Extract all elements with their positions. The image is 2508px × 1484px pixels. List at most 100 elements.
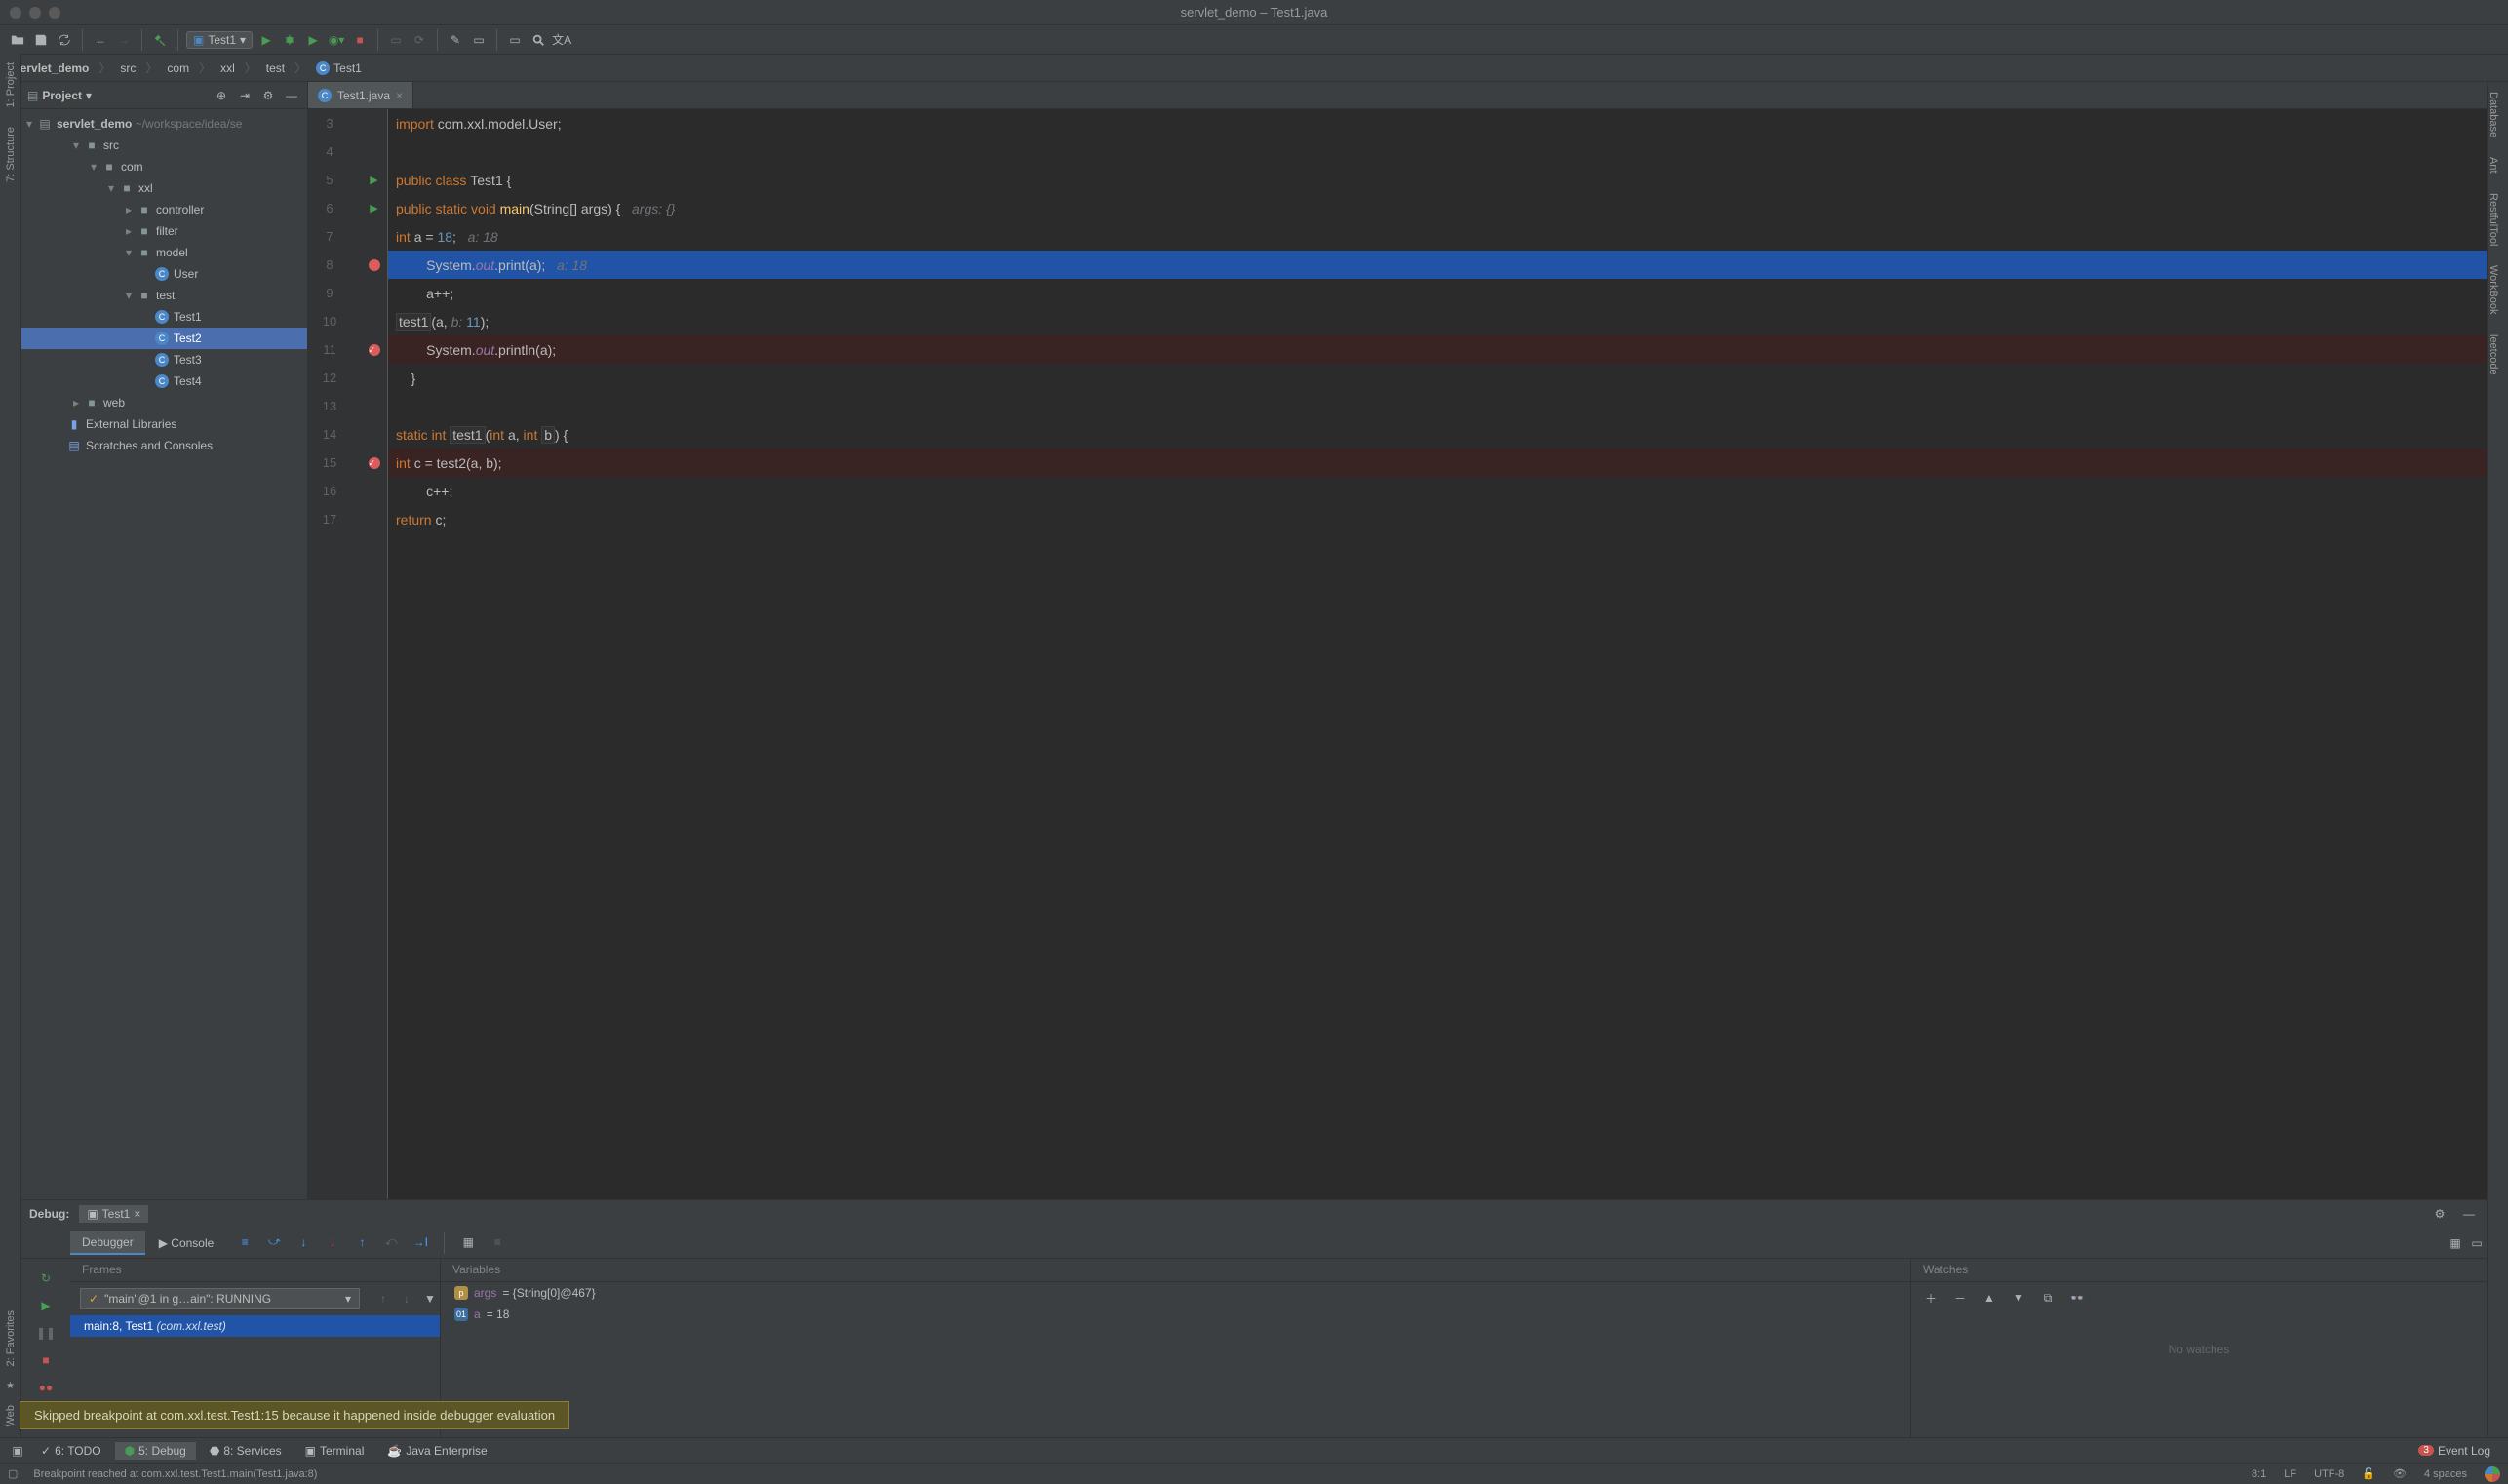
tool-todo[interactable]: ✓6: TODO [31, 1442, 111, 1460]
memory-icon[interactable] [2485, 1466, 2500, 1482]
trace-icon[interactable]: ≡ [488, 1232, 507, 1252]
gear-icon[interactable]: ⚙ [2430, 1204, 2449, 1224]
tool-jee[interactable]: ☕Java Enterprise [377, 1442, 496, 1460]
breakpoints-icon[interactable]: ●● [36, 1378, 56, 1397]
copy-icon[interactable]: ⧉ [2038, 1288, 2057, 1308]
locate-icon[interactable]: ⊕ [212, 86, 231, 105]
tree-node[interactable]: ▾■com [21, 156, 307, 177]
hammer-icon[interactable] [150, 30, 170, 50]
tree-node[interactable]: CTest2 [21, 328, 307, 349]
status-icon[interactable]: ▢ [8, 1467, 18, 1480]
force-step-icon[interactable]: ↓ [323, 1232, 342, 1252]
step-over-icon[interactable]: ⤻ [264, 1232, 284, 1252]
stop-icon[interactable]: ■ [36, 1350, 56, 1370]
rail-project[interactable]: 1: Project [5, 53, 17, 117]
resume-icon[interactable]: ▶ [36, 1296, 56, 1315]
rail-ant[interactable]: Ant [2488, 147, 2499, 183]
tree-node[interactable]: ▮External Libraries [21, 413, 307, 435]
inspect-icon[interactable]: 👁 [2393, 1467, 2407, 1480]
tree-node[interactable]: ▸■web [21, 392, 307, 413]
editor-tab[interactable]: C Test1.java × [308, 82, 413, 108]
dropdown-icon[interactable]: ▾ [86, 89, 92, 102]
search-icon[interactable] [529, 30, 548, 50]
hide-icon[interactable]: — [282, 86, 301, 105]
close-dot[interactable] [10, 7, 21, 19]
back-icon[interactable]: ← [91, 30, 110, 50]
restore-icon[interactable]: ▭ [2467, 1233, 2487, 1253]
breadcrumb-item[interactable]: src [114, 61, 141, 75]
line-separator[interactable]: LF [2284, 1468, 2296, 1480]
threads-icon[interactable]: ≡ [235, 1232, 255, 1252]
up-icon[interactable]: ▲ [1979, 1288, 1999, 1308]
code-editor[interactable]: import com.xxl.model.User;public class T… [388, 109, 2487, 1199]
tree-node[interactable]: ▾■test [21, 285, 307, 306]
tab-debugger[interactable]: Debugger [70, 1231, 145, 1255]
forward-icon[interactable]: → [114, 30, 134, 50]
prev-frame-icon[interactable]: ↑ [373, 1289, 393, 1308]
step-out-icon[interactable]: ↑ [352, 1232, 372, 1252]
remove-watch-icon[interactable]: － [1950, 1288, 1970, 1308]
attach-icon[interactable]: ▭ [386, 30, 406, 50]
down-icon[interactable]: ▼ [2009, 1288, 2028, 1308]
window-controls[interactable] [10, 7, 60, 19]
tab-console[interactable]: ▶ Console [147, 1232, 226, 1254]
translate-icon[interactable]: 文A [552, 30, 571, 50]
breadcrumb-item[interactable]: C Test1 [310, 61, 368, 75]
close-icon[interactable]: × [396, 89, 403, 102]
tree-node[interactable]: ▾■xxl [21, 177, 307, 199]
tool-services[interactable]: ⬣8: Services [200, 1442, 292, 1460]
pause-icon[interactable]: ❚❚ [36, 1323, 56, 1343]
variables-list[interactable]: pargs = {String[0]@467}01a = 18 [441, 1282, 1910, 1325]
breakpoint-icon[interactable] [369, 259, 380, 271]
debug-session-tab[interactable]: ▣ Test1 × [79, 1205, 148, 1223]
rail-database[interactable]: Database [2488, 82, 2499, 147]
breadcrumb-item[interactable]: test [260, 61, 291, 75]
caret-position[interactable]: 8:1 [2252, 1468, 2266, 1480]
filter-icon[interactable]: ▼ [420, 1289, 440, 1308]
avd-icon[interactable]: ▭ [505, 30, 525, 50]
max-dot[interactable] [49, 7, 60, 19]
tree-node[interactable]: CTest1 [21, 306, 307, 328]
rail-leetcode[interactable]: leetcode [2488, 325, 2499, 385]
run-icon[interactable]: ▶ [256, 30, 276, 50]
save-icon[interactable] [31, 30, 51, 50]
add-watch-icon[interactable]: ＋ [1921, 1288, 1940, 1308]
thread-selector[interactable]: ✓ "main"@1 in g…ain": RUNNING ▾ [80, 1288, 360, 1309]
rail-star-icon[interactable]: ★ [6, 1377, 15, 1395]
icon-gutter[interactable]: ▶▶ [361, 109, 388, 1199]
gear-icon[interactable]: ⚙ [258, 86, 278, 105]
encoding[interactable]: UTF-8 [2314, 1468, 2344, 1480]
tree-node[interactable]: ▸■controller [21, 199, 307, 220]
step-into-icon[interactable]: ↓ [294, 1232, 313, 1252]
debug-icon[interactable] [280, 30, 299, 50]
tree-node[interactable]: ▾■model [21, 242, 307, 263]
tree-node[interactable]: CUser [21, 263, 307, 285]
update-icon[interactable]: ⟳ [410, 30, 429, 50]
glasses-icon[interactable]: 👓 [2067, 1288, 2087, 1308]
tree-node[interactable]: CTest3 [21, 349, 307, 371]
layout-icon[interactable]: ▦ [2446, 1233, 2465, 1253]
readonly-icon[interactable]: 🔓 [2362, 1467, 2375, 1480]
hide-icon[interactable]: — [2459, 1204, 2479, 1224]
breakpoint-icon[interactable] [369, 457, 380, 469]
tree-node[interactable]: ▸■filter [21, 220, 307, 242]
run-to-cursor-icon[interactable]: →I [411, 1232, 430, 1252]
indent-info[interactable]: 4 spaces [2424, 1468, 2467, 1480]
breadcrumb-item[interactable]: xxl [215, 61, 241, 75]
close-icon[interactable]: × [134, 1207, 140, 1221]
breakpoint-icon[interactable] [369, 344, 380, 356]
profile-icon[interactable]: ◉▾ [327, 30, 346, 50]
rail-favorites[interactable]: 2: Favorites [5, 1301, 17, 1376]
coverage-icon[interactable]: ▶ [303, 30, 323, 50]
breadcrumb-item[interactable]: com [161, 61, 195, 75]
min-dot[interactable] [29, 7, 41, 19]
evaluate-icon[interactable]: ▦ [458, 1232, 478, 1252]
run-gutter-icon[interactable]: ▶ [370, 174, 377, 186]
structure-icon[interactable]: ▭ [469, 30, 489, 50]
next-frame-icon[interactable]: ↓ [397, 1289, 416, 1308]
rail-web[interactable]: Web [5, 1395, 17, 1436]
open-icon[interactable] [8, 30, 27, 50]
tool-eventlog[interactable]: 3Event Log [2409, 1442, 2500, 1460]
stack-frame[interactable]: main:8, Test1 (com.xxl.test) [70, 1315, 440, 1337]
tree-node[interactable]: CTest4 [21, 371, 307, 392]
